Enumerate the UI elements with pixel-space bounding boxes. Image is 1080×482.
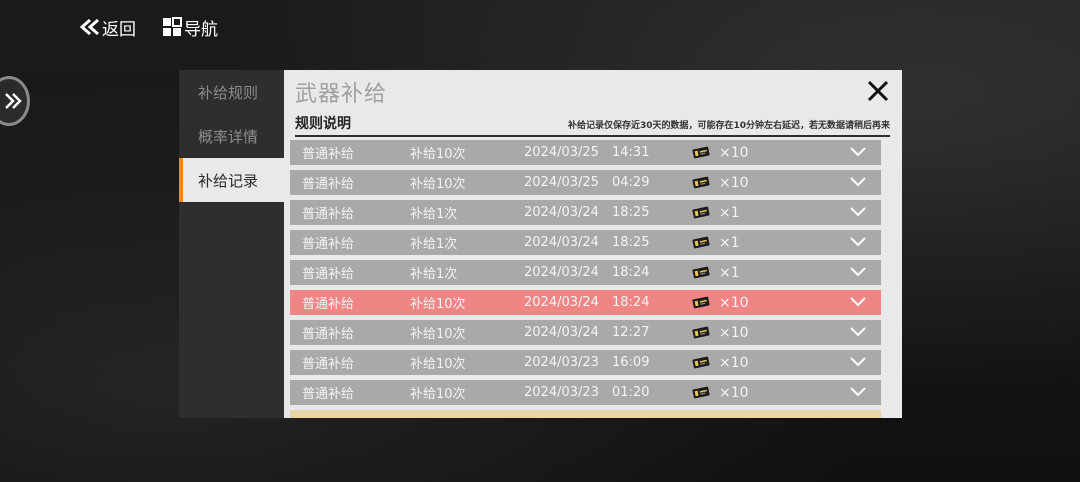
record-time: 04:29 [612,175,650,190]
ticket-icon [692,176,710,189]
ticket-icon [692,296,710,309]
record-type: 普通补给 [302,267,355,282]
record-date: 2024/03/25 [524,145,599,160]
ticket-icon [692,266,710,279]
record-time: 18:25 [612,235,650,250]
record-count: 补给1次 [410,237,458,252]
chevron-down-icon[interactable] [850,297,866,307]
record-date: 2024/03/24 [524,325,599,340]
ticket-icon [692,386,710,399]
record-quantity: ×10 [719,384,749,401]
double-chevron-right-icon [5,93,22,109]
record-type: 普通补给 [302,297,355,312]
record-count: 补给10次 [410,297,466,312]
double-chevron-left-icon [80,18,99,36]
chevron-down-icon[interactable] [850,237,866,247]
record-type: 普通补给 [302,147,355,162]
record-date: 2024/03/24 [524,265,599,280]
table-row[interactable]: 普通补给 补给10次 2024/03/24 18:24 ×10 [290,290,881,315]
chevron-down-icon[interactable] [850,387,866,397]
tab-probability-details[interactable]: 概率详情 [179,114,284,158]
ticket-icon [692,356,710,369]
record-time: 01:20 [612,385,650,400]
table-row-partial[interactable] [290,410,881,418]
record-count: 补给10次 [410,327,466,342]
chevron-down-icon[interactable] [850,327,866,337]
nav-button[interactable]: 导航 [162,15,218,40]
ticket-icon [692,236,710,249]
grid-icon [163,17,182,36]
record-time: 16:09 [612,355,650,370]
records-note: 补给记录仅保存近30天的数据，可能存在10分钟左右延迟，若无数据请稍后再来 [567,121,890,131]
record-quantity: ×10 [719,144,749,161]
section-header: 规则说明 补给记录仅保存近30天的数据，可能存在10分钟左右延迟，若无数据请稍后… [295,113,890,137]
panel-content: 武器补给 规则说明 补给记录仅保存近30天的数据，可能存在10分钟左右延迟，若无… [284,70,902,418]
record-type: 普通补给 [302,207,355,222]
record-date: 2024/03/24 [524,295,599,310]
record-count: 补给10次 [410,147,466,162]
panel-title: 武器补给 [295,82,388,107]
record-quantity: ×1 [719,234,740,251]
record-type: 普通补给 [302,177,355,192]
chevron-down-icon[interactable] [850,357,866,367]
record-time: 18:25 [612,205,650,220]
ticket-icon [692,146,710,159]
supply-panel: 补给规则 概率详情 补给记录 武器补给 规则说明 补给记录仅保存近30天的数据，… [179,70,902,418]
table-row[interactable]: 普通补给 补给10次 2024/03/25 04:29 ×10 [290,170,881,195]
record-quantity: ×10 [719,324,749,341]
record-type: 普通补给 [302,387,355,402]
record-quantity: ×10 [719,294,749,311]
record-time: 14:31 [612,145,650,160]
record-date: 2024/03/23 [524,355,599,370]
chevron-down-icon[interactable] [850,267,866,277]
record-quantity: ×10 [719,174,749,191]
close-icon[interactable] [866,79,890,103]
record-type: 普通补给 [302,327,355,342]
record-type: 普通补给 [302,357,355,372]
tab-label: 补给记录 [198,171,259,190]
table-row[interactable]: 普通补给 补给1次 2024/03/24 18:24 ×1 [290,260,881,285]
chevron-down-icon[interactable] [850,177,866,187]
record-time: 12:27 [612,325,650,340]
nav-label: 导航 [184,19,218,40]
back-button[interactable]: 返回 [80,15,136,40]
record-quantity: ×10 [719,354,749,371]
record-date: 2024/03/25 [524,175,599,190]
record-type: 普通补给 [302,237,355,252]
record-count: 补给10次 [410,177,466,192]
table-row[interactable]: 普通补给 补给10次 2024/03/25 14:31 ×10 [290,140,881,165]
ticket-icon [692,326,710,339]
record-count: 补给10次 [410,357,466,372]
chevron-down-icon[interactable] [850,147,866,157]
table-row[interactable]: 普通补给 补给10次 2024/03/23 16:09 ×10 [290,350,881,375]
tab-label: 概率详情 [198,127,259,146]
top-bar: 返回 导航 [80,12,218,42]
tab-list: 补给规则 概率详情 补给记录 [179,70,284,418]
table-row[interactable]: 普通补给 补给1次 2024/03/24 18:25 ×1 [290,200,881,225]
section-title: 规则说明 [295,116,351,132]
tab-supply-records[interactable]: 补给记录 [179,158,284,202]
chevron-down-icon[interactable] [850,207,866,217]
record-count: 补给10次 [410,387,466,402]
table-row[interactable]: 普通补给 补给10次 2024/03/24 12:27 ×10 [290,320,881,345]
tab-supply-rules[interactable]: 补给规则 [179,70,284,114]
record-date: 2024/03/23 [524,385,599,400]
record-time: 18:24 [612,295,650,310]
back-label: 返回 [102,19,136,40]
tab-label: 补给规则 [198,83,259,102]
table-row[interactable]: 普通补给 补给1次 2024/03/24 18:25 ×1 [290,230,881,255]
ticket-icon [692,206,710,219]
record-date: 2024/03/24 [524,205,599,220]
record-quantity: ×1 [719,204,740,221]
record-date: 2024/03/24 [524,235,599,250]
record-count: 补给1次 [410,207,458,222]
table-row[interactable]: 普通补给 补给10次 2024/03/23 01:20 ×10 [290,380,881,405]
record-quantity: ×1 [719,264,740,281]
record-count: 补给1次 [410,267,458,282]
record-list: 普通补给 补给10次 2024/03/25 14:31 ×10 普通补给 补给10次 2024… [290,140,881,418]
record-time: 18:24 [612,265,650,280]
